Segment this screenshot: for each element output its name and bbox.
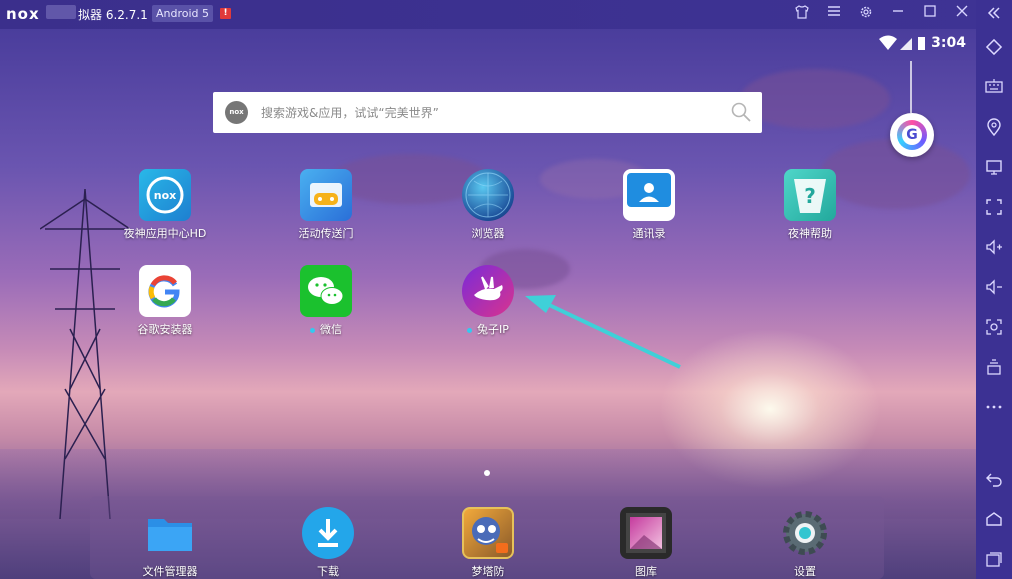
- svg-text:?: ?: [804, 184, 816, 208]
- nox-search-logo: nox: [225, 101, 248, 124]
- globe-browser-icon: [462, 169, 514, 221]
- nox-logo: nox: [6, 5, 40, 23]
- title-bar: nox 拟器 6.2.7.1 Android 5 !: [0, 0, 1012, 29]
- contacts-icon: [623, 169, 675, 221]
- shirt-icon[interactable]: [792, 4, 812, 24]
- dock-file-manager[interactable]: 文件管理器: [115, 507, 225, 579]
- svg-text:nox: nox: [154, 189, 176, 202]
- status-icons: [878, 35, 928, 54]
- gear-icon[interactable]: [856, 4, 876, 24]
- rotate-icon[interactable]: [984, 38, 1004, 58]
- gallery-icon: [620, 507, 672, 559]
- recents-icon[interactable]: [984, 550, 1004, 570]
- version-badge: Android 5: [152, 5, 214, 22]
- app-google-installer[interactable]: 谷歌安装器: [110, 265, 220, 341]
- status-time: 3:04: [931, 35, 966, 51]
- app-nox-help[interactable]: ? 夜神帮助: [755, 169, 865, 245]
- wechat-icon: [300, 265, 352, 317]
- android-screen: 3:04 nox G nox 夜神应用中心HD 活动传送门 浏览器: [0, 29, 976, 579]
- menu-icon[interactable]: [824, 4, 844, 24]
- floating-g-button[interactable]: G: [890, 113, 934, 157]
- wallpaper-cloud: [740, 69, 890, 129]
- gamepad-portal-icon: [300, 169, 352, 221]
- wifi-icon: [879, 35, 897, 50]
- pointer-arrow: [525, 295, 681, 369]
- new-app-dot: [467, 327, 473, 333]
- right-toolbar: [976, 0, 1012, 579]
- volume-up-icon[interactable]: [984, 238, 1004, 258]
- float-tether: [910, 61, 912, 113]
- dock-game[interactable]: 梦塔防: [433, 507, 543, 579]
- more-icon[interactable]: [984, 398, 1004, 418]
- download-icon: [302, 507, 354, 559]
- blurred-text: [46, 5, 76, 19]
- screen-icon[interactable]: [984, 158, 1004, 178]
- screenshot-icon[interactable]: [984, 318, 1004, 338]
- game-icon: [462, 507, 514, 559]
- keyboard-icon[interactable]: [984, 78, 1004, 98]
- app-activity-portal[interactable]: 活动传送门: [271, 169, 381, 245]
- location-icon[interactable]: [984, 118, 1004, 138]
- app-wechat[interactable]: 微信: [271, 265, 381, 341]
- rabbit-ip-icon: [462, 265, 514, 317]
- new-app-dot: [310, 327, 315, 333]
- help-icon: ?: [784, 169, 836, 221]
- app-contacts[interactable]: 通讯录: [594, 169, 704, 245]
- alert-badge[interactable]: !: [220, 8, 231, 19]
- search-icon[interactable]: [730, 101, 752, 123]
- settings-gear-icon: [779, 507, 831, 559]
- app-nox-center[interactable]: nox 夜神应用中心HD: [110, 169, 220, 245]
- dock-settings[interactable]: 设置: [750, 507, 860, 579]
- g-icon: G: [902, 125, 922, 145]
- multi-instance-icon[interactable]: [984, 358, 1004, 378]
- nox-app-center-icon: nox: [139, 169, 191, 221]
- search-bar[interactable]: nox: [213, 92, 762, 133]
- maximize-icon[interactable]: [920, 4, 940, 24]
- dock-gallery[interactable]: 图库: [591, 507, 701, 579]
- fullscreen-icon[interactable]: [984, 198, 1004, 218]
- search-input[interactable]: [261, 103, 701, 123]
- google-installer-icon: [139, 265, 191, 317]
- app-title: 拟器 6.2.7.1: [78, 8, 148, 22]
- battery-icon: [918, 37, 925, 50]
- app-browser[interactable]: 浏览器: [433, 169, 543, 245]
- collapse-icon[interactable]: [984, 5, 1004, 25]
- folder-icon: [144, 507, 196, 559]
- close-icon[interactable]: [952, 4, 972, 24]
- page-indicator: [484, 470, 490, 476]
- back-icon[interactable]: [984, 470, 1004, 490]
- signal-icon: [900, 38, 912, 50]
- volume-down-icon[interactable]: [984, 278, 1004, 298]
- dock-download[interactable]: 下载: [273, 507, 383, 579]
- minimize-icon[interactable]: [888, 4, 908, 24]
- home-icon[interactable]: [984, 510, 1004, 530]
